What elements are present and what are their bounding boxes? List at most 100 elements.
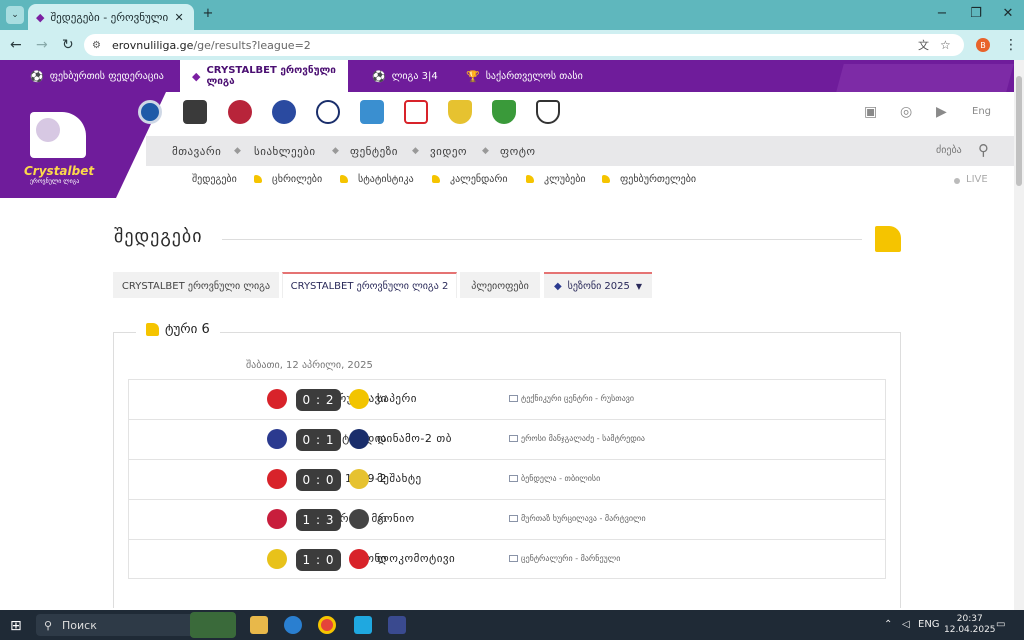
cup-icon: 🏆 xyxy=(466,69,480,83)
venue: ტექნიკური ცენტრი - რუსთავი xyxy=(509,394,634,403)
notifications-icon[interactable]: ▭ xyxy=(996,619,1005,630)
live-link[interactable]: LIVE xyxy=(966,174,988,185)
site-info-icon[interactable]: ⚙ xyxy=(92,40,101,51)
new-tab-button[interactable]: + xyxy=(198,6,218,21)
subnav-separator-icon xyxy=(602,175,610,183)
tray-chevron-icon[interactable]: ⌃ xyxy=(884,619,892,630)
taskbar-search-placeholder: Поиск xyxy=(62,618,97,632)
match-row[interactable]: რუსთავი0 : 2საპერიტექნიკური ცენტრი - რუს… xyxy=(128,379,886,419)
url-input[interactable]: ⚙ erovnuliliga.ge/ge/results?league=2 文 … xyxy=(84,34,964,56)
title-flag-icon xyxy=(875,226,901,252)
search-icon[interactable]: ⚲ xyxy=(978,141,989,159)
subnav-item-players[interactable]: ფეხბურთელები xyxy=(620,174,696,185)
translate-icon[interactable]: 文 xyxy=(918,37,929,53)
live-dot-icon xyxy=(954,178,960,184)
venue: ბენდელა - თბილისი xyxy=(509,474,600,483)
facebook-icon[interactable]: ▣ xyxy=(864,104,877,120)
taskbar-language[interactable]: ENG xyxy=(918,619,940,630)
away-team[interactable]: საპერი xyxy=(377,392,417,405)
home-crest-icon xyxy=(267,509,287,529)
league-tab-playoffs[interactable]: პლეიოფები xyxy=(460,272,540,298)
away-team[interactable]: გონიო xyxy=(377,512,415,525)
subnav-item-clubs[interactable]: კლუბები xyxy=(544,174,586,185)
league-icon: ◆ xyxy=(192,69,201,83)
match-row[interactable]: სიონი 1 : 0 ლოკომოტივი ცენტრალური - მარნეულ… xyxy=(128,539,886,579)
nav-item-news[interactable]: სიახლეები xyxy=(254,145,316,158)
site-tab-league-3-4[interactable]: ⚽ ლიგა 3|4 xyxy=(372,60,438,92)
main-nav: მთავარი ◆ სიახლეები ◆ ფენტეზი ◆ ვიდეო ◆ … xyxy=(146,136,1014,166)
match-score[interactable]: 0 : 0 xyxy=(296,469,341,491)
match-row[interactable]: მერანი მრ 1 : 3 გონიო მურთაზ ხურცილავა - მა… xyxy=(128,499,886,539)
league-icon: ◆ xyxy=(553,280,562,292)
chrome-icon[interactable] xyxy=(318,616,336,634)
club-crest-icon[interactable] xyxy=(316,100,340,124)
club-crest-icon[interactable] xyxy=(138,100,162,124)
club-crest-icon[interactable] xyxy=(492,100,516,124)
club-crest-icon[interactable] xyxy=(183,100,207,124)
profile-avatar[interactable]: B xyxy=(976,38,990,52)
nav-item-video[interactable]: ვიდეო xyxy=(430,145,467,158)
nav-item-home[interactable]: მთავარი xyxy=(172,145,221,158)
nav-item-photo[interactable]: ფოტო xyxy=(500,145,536,158)
forward-icon[interactable]: → xyxy=(36,37,48,53)
tab-close-icon[interactable]: ✕ xyxy=(174,11,183,24)
language-switch[interactable]: Eng xyxy=(972,106,991,117)
windows-start-icon[interactable]: ⊞ xyxy=(10,618,22,634)
nav-item-fantasy[interactable]: ფენტეზი xyxy=(350,145,398,158)
skype-icon[interactable] xyxy=(354,616,372,634)
club-crest-icon[interactable] xyxy=(536,100,560,124)
volume-icon[interactable]: ◁ xyxy=(902,619,910,630)
ball-icon: ⚽ xyxy=(30,69,44,83)
search-label[interactable]: ძიება xyxy=(936,145,962,156)
season-dropdown[interactable]: ◆ სეზონი 2025 ▼ xyxy=(544,272,652,298)
site-tab-federation[interactable]: ⚽ ფეხბურთის ფედერაცია xyxy=(30,60,164,92)
site-tab-georgian-cup[interactable]: 🏆 საქართველოს თასი xyxy=(466,60,583,92)
club-crest-icon[interactable] xyxy=(360,100,384,124)
away-team[interactable]: მეშახტე xyxy=(377,472,422,485)
league-tab-crystalbet[interactable]: CRYSTALBET ეროვნული ლიგა xyxy=(113,272,279,298)
away-team[interactable]: დინამო-2 თბ xyxy=(377,432,452,445)
edge-icon[interactable] xyxy=(284,616,302,634)
youtube-icon[interactable]: ▶ xyxy=(936,104,947,120)
subnav-item-calendar[interactable]: კალენდარი xyxy=(450,174,508,185)
reload-icon[interactable]: ↻ xyxy=(62,37,74,53)
match-score[interactable]: 1 : 0 xyxy=(296,549,341,571)
scrollbar-thumb[interactable] xyxy=(1016,76,1022,186)
home-crest-icon xyxy=(267,549,287,569)
menu-icon[interactable]: ⋮ xyxy=(1004,37,1018,53)
match-row[interactable]: სამტრედია0 : 1დინამო-2 თბეროსი მანჯგალაძ… xyxy=(128,419,886,459)
club-crest-icon[interactable] xyxy=(272,100,296,124)
minimize-icon[interactable]: − xyxy=(932,6,952,21)
site-tab-crystalbet-league[interactable]: ◆ CRYSTALBET ეროვნული ლიგა xyxy=(180,60,348,92)
club-crest-icon[interactable] xyxy=(448,100,472,124)
close-icon[interactable]: ✕ xyxy=(998,6,1018,21)
tab-dropdown-icon[interactable]: ⌄ xyxy=(6,6,24,24)
subnav-item-results[interactable]: შედეგები xyxy=(192,174,237,185)
app-icon[interactable] xyxy=(388,616,406,634)
match-score[interactable]: 0 : 1 xyxy=(296,429,341,451)
page-scrollbar[interactable] xyxy=(1014,60,1024,610)
clock-date: 12.04.2025 xyxy=(944,625,996,635)
subnav-item-tables[interactable]: ცხრილები xyxy=(272,174,322,185)
site-tab-label: ფეხბურთის ფედერაცია xyxy=(49,70,164,82)
match-score[interactable]: 0 : 2 xyxy=(296,389,341,411)
club-crest-icon[interactable] xyxy=(404,100,428,124)
club-crest-icon[interactable] xyxy=(228,100,252,124)
match-row[interactable]: იბერია 1999-2 0 : 0 მეშახტე ბენდელა - თბილი… xyxy=(128,459,886,499)
away-team[interactable]: ლოკომოტივი xyxy=(377,552,455,565)
away-crest-icon xyxy=(349,469,369,489)
widget-icon[interactable] xyxy=(190,612,236,638)
maximize-icon[interactable]: ❐ xyxy=(966,6,986,21)
file-explorer-icon[interactable] xyxy=(250,616,268,634)
star-icon[interactable]: ☆ xyxy=(940,38,951,52)
match-score[interactable]: 1 : 3 xyxy=(296,509,341,531)
away-crest-icon xyxy=(349,389,369,409)
instagram-icon[interactable]: ◎ xyxy=(900,104,912,120)
url-domain: erovnuliliga.ge xyxy=(112,38,194,52)
subnav-item-statistics[interactable]: სტატისტიკა xyxy=(358,174,414,185)
league-tab-crystalbet-2[interactable]: CRYSTALBET ეროვნული ლიგა 2 xyxy=(282,272,457,298)
browser-tab-active[interactable]: ◆ შედეგები - ეროვნული ლიგა ✕ xyxy=(28,4,194,30)
search-icon: ⚲ xyxy=(44,618,53,632)
back-icon[interactable]: ← xyxy=(10,37,22,53)
taskbar-clock[interactable]: 20:37 12.04.2025 xyxy=(944,614,996,636)
